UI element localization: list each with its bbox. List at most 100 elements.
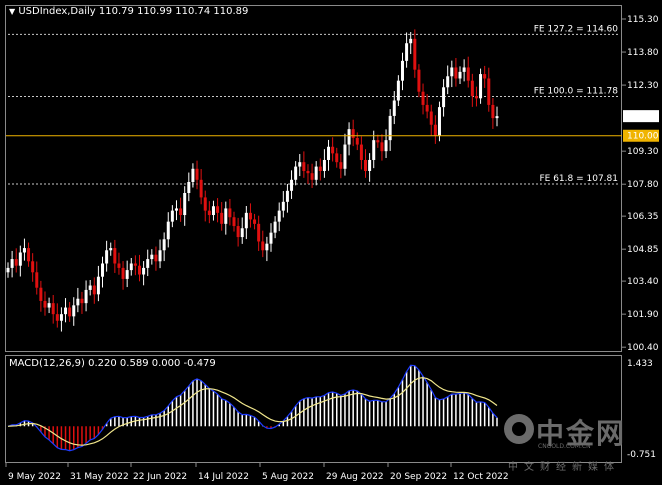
candle-body <box>113 248 117 264</box>
price-tick-label: 106.35 <box>627 212 659 222</box>
candle-body <box>162 239 166 251</box>
candle-body <box>314 166 318 180</box>
candle-body <box>244 212 248 229</box>
candle-body <box>347 129 351 145</box>
watermark-url: CNGOLD.COM.CN <box>538 443 591 450</box>
candle-body <box>248 212 252 220</box>
fib-label-1: FE 100.0 = 111.78 <box>534 87 619 97</box>
time-tick-label: 22 Jun 2022 <box>133 472 187 482</box>
candle-body <box>298 162 302 167</box>
price-tick-label: 104.85 <box>627 245 659 255</box>
candle-body <box>187 182 191 194</box>
candle-body <box>487 78 491 105</box>
candle-body <box>35 272 39 288</box>
price-tick-label: 110.00 <box>627 132 659 142</box>
candle-body <box>211 206 215 216</box>
candle-body <box>129 263 133 271</box>
candle-body <box>121 267 125 279</box>
candle-body <box>27 248 31 262</box>
candle-body <box>55 314 59 321</box>
candle-body <box>240 228 244 238</box>
price-tick-label: 112.30 <box>627 81 659 91</box>
candle-body <box>68 307 72 317</box>
candle-body <box>327 146 331 160</box>
candle-body <box>446 76 450 88</box>
candle-body <box>96 276 100 295</box>
candle-body <box>281 201 285 211</box>
candle-body <box>146 259 150 268</box>
price-tick-label: 107.80 <box>627 180 659 190</box>
candle-body <box>18 252 22 266</box>
time-tick-label: 5 Aug 2022 <box>262 472 314 482</box>
candle-body <box>10 259 14 268</box>
fib-levels-layer: FE 127.2 = 114.60 FE 100.0 = 111.78 FE 61.… <box>8 24 620 185</box>
candle-body <box>269 232 273 244</box>
candle-body <box>359 144 363 160</box>
candle-body <box>285 190 289 202</box>
candle-body <box>388 115 392 141</box>
candle-body <box>339 162 343 169</box>
candle-body <box>450 67 454 77</box>
candle-body <box>39 287 43 301</box>
candle-body <box>355 137 359 145</box>
candle-body <box>14 259 18 266</box>
candle-body <box>72 305 76 317</box>
candle-body <box>84 289 88 304</box>
candle-body <box>92 285 96 295</box>
fib-label-0: FE 127.2 = 114.60 <box>534 24 619 34</box>
candle-body <box>343 144 347 169</box>
candle-body <box>31 261 35 273</box>
candle-body <box>470 80 474 97</box>
candle-body <box>380 142 384 152</box>
candle-body <box>273 221 277 233</box>
candle-body <box>442 87 446 108</box>
candle-body <box>400 60 404 81</box>
macd-tick-label: 1.433 <box>627 359 653 369</box>
candle-body <box>479 74 483 99</box>
candle-body <box>495 116 499 119</box>
candle-body <box>368 159 372 171</box>
candle-body <box>425 104 429 112</box>
candle-body <box>372 140 376 160</box>
candle-body <box>236 226 240 238</box>
candle-body <box>392 100 396 116</box>
candle-body <box>458 71 462 79</box>
candle-body <box>150 254 154 260</box>
price-tick-label: 115.30 <box>627 15 659 25</box>
candle-body <box>277 210 281 222</box>
candle-body <box>137 265 141 275</box>
candle-body <box>302 162 306 171</box>
candle-body <box>376 140 380 143</box>
candle-body <box>466 67 470 81</box>
price-tick-label: 109.30 <box>627 147 659 157</box>
price-tick-label: 100.40 <box>627 343 659 353</box>
candle-body <box>474 96 478 99</box>
time-tick-label: 14 Jul 2022 <box>198 472 249 482</box>
candle-body <box>232 217 236 227</box>
macd-tick-label: -0.751 <box>627 450 656 460</box>
time-axis: 9 May 2022 31 May 2022 22 Jun 2022 14 Jul 2… <box>5 463 509 482</box>
candle-body <box>224 208 228 224</box>
candle-body <box>335 153 339 163</box>
candle-body <box>220 212 224 224</box>
candle-body <box>22 248 26 253</box>
candle-body <box>199 179 203 198</box>
candle-body <box>290 179 294 191</box>
candle-body <box>429 111 433 125</box>
candle-body <box>421 91 425 105</box>
price-tick-label: 113.80 <box>627 48 659 58</box>
candle-body <box>142 267 146 275</box>
time-tick-label: 12 Oct 2022 <box>453 472 509 482</box>
candle-body <box>405 43 409 61</box>
candle-body <box>294 166 298 180</box>
candle-body <box>64 307 68 315</box>
candle-body <box>174 208 178 211</box>
candle-body <box>454 67 458 79</box>
candle-body <box>47 303 51 308</box>
candle-body <box>462 67 466 72</box>
candle-body <box>133 263 137 266</box>
candle-body <box>417 69 421 92</box>
candle-body <box>125 270 129 279</box>
candle-body <box>166 221 170 240</box>
candle-body <box>158 250 162 262</box>
